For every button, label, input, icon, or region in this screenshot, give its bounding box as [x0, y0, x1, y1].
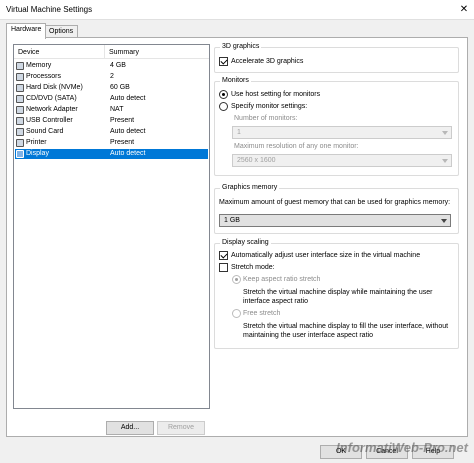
- usb-controller-icon: [16, 117, 24, 125]
- watermark-text: InformatiWeb-Pro.net: [336, 440, 468, 455]
- device-name: Printer: [26, 139, 47, 146]
- graphics-memory-select[interactable]: 1 GB: [219, 214, 451, 227]
- device-name: USB Controller: [26, 117, 73, 124]
- device-name: Network Adapter: [26, 106, 78, 113]
- number-of-monitors-value: 1: [237, 129, 241, 136]
- close-icon[interactable]: ✕: [454, 0, 474, 20]
- 3d-graphics-group: 3D graphics Accelerate 3D graphics: [214, 43, 459, 73]
- title-bar: Virtual Machine Settings ✕: [0, 0, 474, 20]
- device-row-hard-disk[interactable]: Hard Disk (NVMe) 60 GB: [15, 83, 208, 93]
- number-of-monitors-select[interactable]: 1: [232, 126, 452, 139]
- 3d-graphics-title: 3D graphics: [220, 43, 262, 50]
- device-summary: Auto detect: [110, 95, 146, 102]
- chevron-down-icon: [441, 219, 447, 223]
- keep-aspect-label[interactable]: Keep aspect ratio stretch: [243, 276, 320, 283]
- device-row-network-adapter[interactable]: Network Adapter NAT: [15, 105, 208, 115]
- device-row-sound-card[interactable]: Sound Card Auto detect: [15, 127, 208, 137]
- device-column-header[interactable]: Device: [18, 49, 39, 56]
- specify-monitor-radio[interactable]: [219, 102, 228, 111]
- graphics-memory-value: 1 GB: [224, 217, 240, 224]
- display-icon: [16, 150, 24, 158]
- graphics-memory-label: Maximum amount of guest memory that can …: [219, 199, 451, 206]
- display-scaling-title: Display scaling: [220, 239, 271, 246]
- device-summary: 2: [110, 73, 114, 80]
- free-stretch-label[interactable]: Free stretch: [243, 310, 280, 317]
- monitors-title: Monitors: [220, 77, 251, 84]
- printer-icon: [16, 139, 24, 147]
- chevron-down-icon: [442, 159, 448, 163]
- device-name: Display: [26, 150, 49, 157]
- hard-disk-icon: [16, 84, 24, 92]
- keep-aspect-description: Stretch the virtual machine display whil…: [243, 289, 433, 305]
- sound-card-icon: [16, 128, 24, 136]
- device-name: Hard Disk (NVMe): [26, 84, 83, 91]
- device-summary: Auto detect: [110, 150, 146, 157]
- auto-adjust-checkbox[interactable]: [219, 251, 228, 260]
- remove-button[interactable]: Remove: [157, 421, 205, 435]
- device-summary: Present: [110, 117, 135, 124]
- device-summary: 60 GB: [110, 84, 130, 91]
- specify-monitor-label[interactable]: Specify monitor settings:: [231, 103, 307, 110]
- number-of-monitors-label: Number of monitors:: [234, 115, 298, 122]
- device-summary: Auto detect: [110, 128, 146, 135]
- window-title: Virtual Machine Settings: [6, 5, 93, 14]
- stretch-mode-label[interactable]: Stretch mode:: [231, 264, 275, 271]
- accelerate-3d-label[interactable]: Accelerate 3D graphics: [231, 58, 303, 65]
- cd-dvd-icon: [16, 95, 24, 103]
- device-name: CD/DVD (SATA): [26, 95, 77, 102]
- graphics-memory-title: Graphics memory: [220, 184, 280, 191]
- device-summary: Present: [110, 139, 135, 146]
- chevron-down-icon: [442, 131, 448, 135]
- device-summary: 4 GB: [110, 62, 126, 69]
- device-name: Sound Card: [26, 128, 64, 135]
- tab-hardware[interactable]: Hardware: [6, 23, 47, 39]
- device-row-usb-controller[interactable]: USB Controller Present: [15, 116, 208, 126]
- stretch-mode-checkbox[interactable]: [219, 263, 228, 272]
- device-row-cd-dvd[interactable]: CD/DVD (SATA) Auto detect: [15, 94, 208, 104]
- device-row-printer[interactable]: Printer Present: [15, 138, 208, 148]
- device-name: Memory: [26, 62, 52, 69]
- device-row-display[interactable]: Display Auto detect: [15, 149, 208, 159]
- device-list-header: Device Summary: [14, 45, 209, 59]
- network-adapter-icon: [16, 106, 24, 114]
- device-list[interactable]: Device Summary Memory 4 GB Processors 2 …: [13, 44, 210, 409]
- processor-icon: [16, 73, 24, 81]
- max-resolution-value: 2560 x 1600: [237, 157, 276, 164]
- graphics-memory-group: Graphics memory Maximum amount of guest …: [214, 184, 459, 234]
- device-row-processors[interactable]: Processors 2: [15, 72, 208, 82]
- max-resolution-select[interactable]: 2560 x 1600: [232, 154, 452, 167]
- auto-adjust-label[interactable]: Automatically adjust user interface size…: [231, 252, 420, 259]
- max-resolution-label: Maximum resolution of any one monitor:: [234, 143, 359, 150]
- use-host-label[interactable]: Use host setting for monitors: [231, 91, 320, 98]
- free-stretch-description: Stretch the virtual machine display to f…: [243, 323, 449, 339]
- use-host-radio[interactable]: [219, 90, 228, 99]
- add-button[interactable]: Add...: [106, 421, 154, 435]
- memory-icon: [16, 62, 24, 70]
- device-name: Processors: [26, 73, 62, 80]
- accelerate-3d-checkbox[interactable]: [219, 57, 228, 66]
- free-stretch-radio[interactable]: [232, 309, 241, 318]
- keep-aspect-radio[interactable]: [232, 275, 241, 284]
- summary-column-header[interactable]: Summary: [109, 49, 139, 56]
- display-scaling-group: Display scaling Automatically adjust use…: [214, 239, 459, 349]
- monitors-group: Monitors Use host setting for monitors S…: [214, 77, 459, 176]
- device-summary: NAT: [110, 106, 124, 113]
- hardware-panel: Device Summary Memory 4 GB Processors 2 …: [6, 37, 468, 437]
- device-row-memory[interactable]: Memory 4 GB: [15, 61, 208, 71]
